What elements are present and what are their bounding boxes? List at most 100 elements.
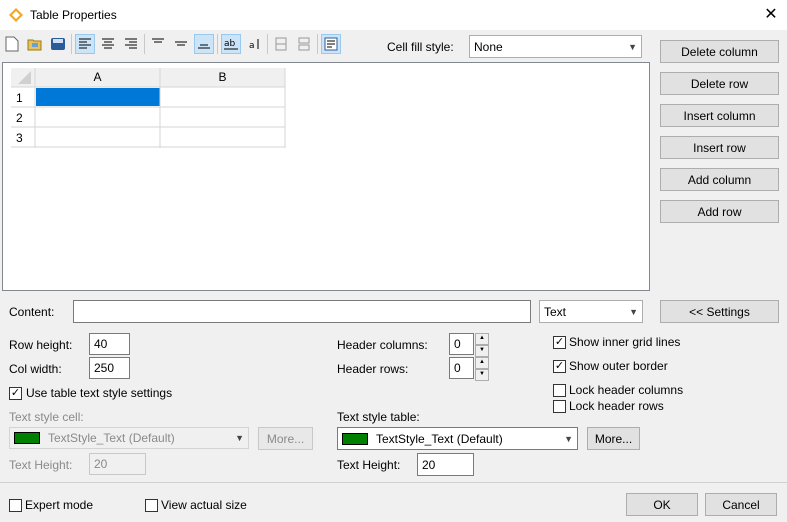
expert-mode-row[interactable]: Expert mode xyxy=(9,498,93,512)
text-height-table-label: Text Height: xyxy=(337,458,401,472)
show-inner-grid-checkbox[interactable]: ✓ xyxy=(553,335,566,349)
footer-divider xyxy=(0,482,787,483)
lock-header-columns-row[interactable]: Lock header columns xyxy=(553,383,683,397)
row-height-label: Row height: xyxy=(9,338,73,352)
header-rows-input[interactable]: 0 xyxy=(449,357,474,379)
selected-cell-a1[interactable] xyxy=(36,88,160,106)
header-columns-spinner[interactable]: ▲ ▼ xyxy=(475,333,489,357)
toolbar-separator xyxy=(217,34,218,54)
toolbar-separator xyxy=(317,34,318,54)
expert-mode-label: Expert mode xyxy=(25,498,94,512)
cell-properties-icon[interactable] xyxy=(321,34,341,54)
style-color-swatch xyxy=(14,432,40,444)
app-logo-icon xyxy=(9,8,23,22)
spin-up-icon: ▲ xyxy=(475,357,489,369)
valign-middle-icon[interactable] xyxy=(171,34,191,54)
ok-button[interactable]: OK xyxy=(626,493,698,516)
toolbar-separator xyxy=(267,34,268,54)
add-row-button[interactable]: Add row xyxy=(660,200,779,223)
align-right-icon[interactable] xyxy=(121,34,141,54)
toolbar: ab a xyxy=(2,33,341,55)
content-type-select[interactable]: Text ▼ xyxy=(539,300,643,323)
align-center-icon[interactable] xyxy=(98,34,118,54)
row-header-1[interactable]: 1 xyxy=(16,91,23,105)
content-type-value: Text xyxy=(544,304,567,319)
col-width-label: Col width: xyxy=(9,362,62,376)
col-width-input[interactable]: 250 xyxy=(89,357,130,379)
close-icon[interactable]: ✕ xyxy=(761,5,781,25)
chevron-down-icon: ▼ xyxy=(564,433,573,444)
svg-text:ab: ab xyxy=(224,39,236,49)
text-style-table-more-button[interactable]: More... xyxy=(587,427,640,450)
insert-column-button[interactable]: Insert column xyxy=(660,104,779,127)
settings-toggle-button[interactable]: << Settings xyxy=(660,300,779,323)
text-style-table-select[interactable]: TextStyle_Text (Default) ▼ xyxy=(337,427,578,450)
show-outer-border-checkbox[interactable]: ✓ xyxy=(553,359,566,373)
text-height-cell-label: Text Height: xyxy=(9,458,73,472)
valign-bottom-icon[interactable] xyxy=(194,34,214,54)
view-actual-size-row[interactable]: View actual size xyxy=(145,498,247,512)
vertical-text-icon[interactable]: a xyxy=(244,34,264,54)
new-icon[interactable] xyxy=(2,34,22,54)
svg-text:a: a xyxy=(249,41,255,51)
delete-row-button[interactable]: Delete row xyxy=(660,72,779,95)
header-rows-label: Header rows: xyxy=(337,362,409,376)
text-height-table-input[interactable]: 20 xyxy=(417,453,474,476)
chevron-down-icon: ▼ xyxy=(628,41,637,52)
header-columns-input[interactable]: 0 xyxy=(449,333,474,355)
lock-header-rows-checkbox[interactable] xyxy=(553,399,566,413)
title-bar: Table Properties ✕ xyxy=(0,0,787,30)
spin-up-icon: ▲ xyxy=(475,333,489,345)
row-height-input[interactable]: 40 xyxy=(89,333,130,355)
toolbar-separator xyxy=(144,34,145,54)
use-table-style-checkbox[interactable]: ✓ xyxy=(9,386,22,400)
chevron-down-icon: ▼ xyxy=(235,433,244,443)
header-columns-label: Header columns: xyxy=(337,338,428,352)
show-inner-grid-row[interactable]: ✓ Show inner grid lines xyxy=(553,335,680,349)
style-color-swatch xyxy=(342,432,368,445)
expert-mode-checkbox[interactable] xyxy=(9,498,22,512)
merge-cells-icon[interactable] xyxy=(271,34,291,54)
view-actual-size-checkbox[interactable] xyxy=(145,498,158,512)
table-grid-svg xyxy=(11,68,286,148)
toolbar-separator xyxy=(71,34,72,54)
column-header-b[interactable]: B xyxy=(160,70,285,84)
lock-header-columns-checkbox[interactable] xyxy=(553,383,566,397)
save-icon[interactable] xyxy=(48,34,68,54)
row-header-2[interactable]: 2 xyxy=(16,111,23,125)
cell-fill-style-select[interactable]: None ▼ xyxy=(469,35,642,58)
text-height-cell-input[interactable]: 20 xyxy=(89,453,146,475)
cancel-button[interactable]: Cancel xyxy=(705,493,777,516)
window-title: Table Properties xyxy=(30,8,117,22)
lock-header-rows-label: Lock header rows xyxy=(569,399,664,413)
add-column-button[interactable]: Add column xyxy=(660,168,779,191)
valign-top-icon[interactable] xyxy=(148,34,168,54)
header-rows-spinner[interactable]: ▲ ▼ xyxy=(475,357,489,381)
delete-column-button[interactable]: Delete column xyxy=(660,40,779,63)
text-style-cell-value: TextStyle_Text (Default) xyxy=(48,431,175,445)
table-grid: A B 1 2 3 xyxy=(2,62,650,291)
insert-row-button[interactable]: Insert row xyxy=(660,136,779,159)
show-outer-border-row[interactable]: ✓ Show outer border xyxy=(553,359,668,373)
cell-fill-style-value: None xyxy=(474,39,503,54)
text-style-cell-select[interactable]: TextStyle_Text (Default) ▼ xyxy=(9,427,249,449)
spin-down-icon: ▼ xyxy=(475,345,489,357)
open-icon[interactable] xyxy=(25,34,45,54)
show-outer-border-label: Show outer border xyxy=(569,359,668,373)
lock-header-columns-label: Lock header columns xyxy=(569,383,684,397)
use-table-style-checkbox-row[interactable]: ✓ Use table text style settings xyxy=(9,386,172,400)
column-header-a[interactable]: A xyxy=(35,70,160,84)
text-style-table-label: Text style table: xyxy=(337,410,420,424)
text-style-table-value: TextStyle_Text (Default) xyxy=(376,431,503,446)
row-header-3[interactable]: 3 xyxy=(16,131,23,145)
lock-header-rows-row[interactable]: Lock header rows xyxy=(553,399,664,413)
align-left-icon[interactable] xyxy=(75,34,95,54)
content-input[interactable] xyxy=(73,300,531,323)
cell-fill-style-label: Cell fill style: xyxy=(387,40,454,54)
view-actual-size-label: View actual size xyxy=(161,498,247,512)
text-style-cell-label: Text style cell: xyxy=(9,410,84,424)
split-cells-icon[interactable] xyxy=(294,34,314,54)
use-table-style-label: Use table text style settings xyxy=(26,386,173,400)
text-style-cell-more-button[interactable]: More... xyxy=(258,427,313,450)
wrap-text-icon[interactable]: ab xyxy=(221,34,241,54)
